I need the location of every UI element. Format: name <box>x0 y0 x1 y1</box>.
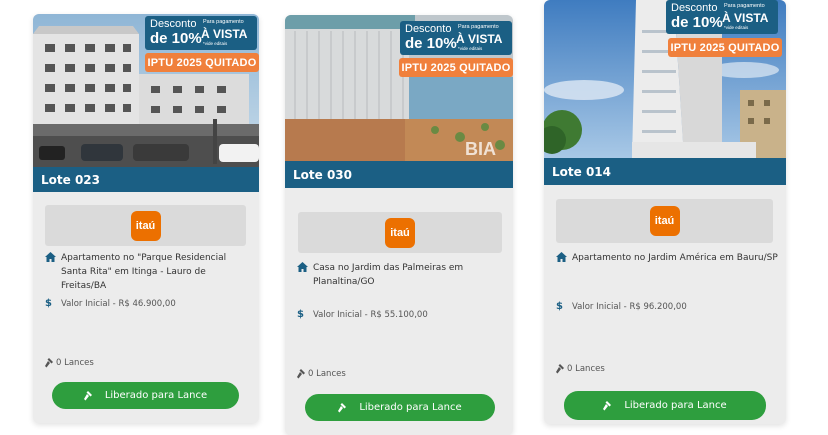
property-card[interactable]: BIA Desconto de 10% Para pagamento À VIS… <box>285 15 513 435</box>
property-card[interactable]: Desconto de 10% Para pagamento À VISTA *… <box>544 0 786 424</box>
lote-title: Lote 014 <box>544 158 786 185</box>
property-card[interactable]: Desconto de 10% Para pagamento À VISTA *… <box>33 14 259 423</box>
discount-badge: Desconto de 10% Para pagamento À VISTA *… <box>666 0 778 34</box>
bid-button-label: Liberado para Lance <box>359 402 462 413</box>
discount-note: *vide editais <box>458 46 483 51</box>
discount-percent: de 10% <box>405 35 457 52</box>
bid-count: 0 Lances <box>45 358 94 368</box>
description-text: Casa no Jardim das Palmeiras em Planalti… <box>313 263 464 287</box>
bid-button-label: Liberado para Lance <box>104 390 208 401</box>
iptu-badge: IPTU 2025 QUITADO <box>668 38 782 57</box>
gavel-icon <box>338 402 349 413</box>
initial-value-text: Valor Inicial - R$ 46.900,00 <box>61 298 176 309</box>
bid-count: 0 Lances <box>556 364 605 374</box>
itau-logo: itaú <box>649 206 680 236</box>
iptu-badge: IPTU 2025 QUITADO <box>145 53 259 72</box>
home-icon <box>297 262 308 272</box>
dollar-icon: $ <box>556 301 563 312</box>
discount-note: *vide editais <box>203 41 228 46</box>
bid-count-text: 0 Lances <box>56 358 94 368</box>
dollar-icon: $ <box>45 298 52 309</box>
initial-value: $ Valor Inicial - R$ 46.900,00 <box>45 298 176 309</box>
discount-payment-label: Para pagamento <box>458 24 499 30</box>
discount-payment-label: Para pagamento <box>203 19 244 25</box>
discount-prefix: Desconto <box>671 2 718 14</box>
discount-note: *vide editais <box>724 25 749 30</box>
gavel-icon <box>45 358 53 368</box>
bid-button[interactable]: Liberado para Lance <box>564 391 766 420</box>
bid-count-text: 0 Lances <box>308 369 346 379</box>
discount-percent: de 10% <box>671 14 723 31</box>
description-text: Apartamento no "Parque Residencial Santa… <box>61 253 227 291</box>
discount-prefix: Desconto <box>150 18 197 30</box>
dollar-icon: $ <box>297 309 304 320</box>
property-description: Apartamento no Jardim América em Bauru/S… <box>556 251 778 265</box>
bid-button-label: Liberado para Lance <box>624 400 727 411</box>
bid-button[interactable]: Liberado para Lance <box>305 394 495 421</box>
discount-badge: Desconto de 10% Para pagamento À VISTA *… <box>400 21 512 55</box>
initial-value: $ Valor Inicial - R$ 96.200,00 <box>556 301 687 312</box>
property-description: Apartamento no "Parque Residencial Santa… <box>45 251 249 293</box>
initial-value-text: Valor Inicial - R$ 96.200,00 <box>572 301 687 312</box>
bid-button[interactable]: Liberado para Lance <box>52 382 239 409</box>
watermark-text: BIA <box>465 139 496 159</box>
discount-vista: À VISTA <box>722 11 769 25</box>
iptu-badge: IPTU 2025 QUITADO <box>399 58 513 77</box>
gavel-icon <box>556 364 564 374</box>
gavel-icon <box>603 400 614 411</box>
discount-payment-label: Para pagamento <box>724 3 765 9</box>
initial-value-text: Valor Inicial - R$ 55.100,00 <box>313 309 428 320</box>
bid-count-text: 0 Lances <box>567 364 605 374</box>
lote-title: Lote 023 <box>33 167 259 192</box>
bid-count: 0 Lances <box>297 369 346 379</box>
property-description: Casa no Jardim das Palmeiras em Planalti… <box>297 261 501 289</box>
discount-vista: À VISTA <box>456 32 503 46</box>
itau-logo: itaú <box>130 210 161 241</box>
discount-percent: de 10% <box>150 30 202 47</box>
initial-value: $ Valor Inicial - R$ 55.100,00 <box>297 309 428 320</box>
gavel-icon <box>83 390 95 401</box>
lote-title: Lote 030 <box>285 161 513 188</box>
discount-badge: Desconto de 10% Para pagamento À VISTA *… <box>145 16 257 50</box>
bank-logo-box: itaú <box>45 205 246 246</box>
home-icon <box>556 252 567 262</box>
discount-vista: À VISTA <box>201 27 248 41</box>
discount-prefix: Desconto <box>405 23 452 35</box>
bank-logo-box: itaú <box>556 199 773 243</box>
home-icon <box>45 252 56 262</box>
itau-logo: itaú <box>385 217 415 248</box>
gavel-icon <box>297 369 305 379</box>
description-text: Apartamento no Jardim América em Bauru/S… <box>572 253 778 263</box>
bank-logo-box: itaú <box>298 212 502 253</box>
